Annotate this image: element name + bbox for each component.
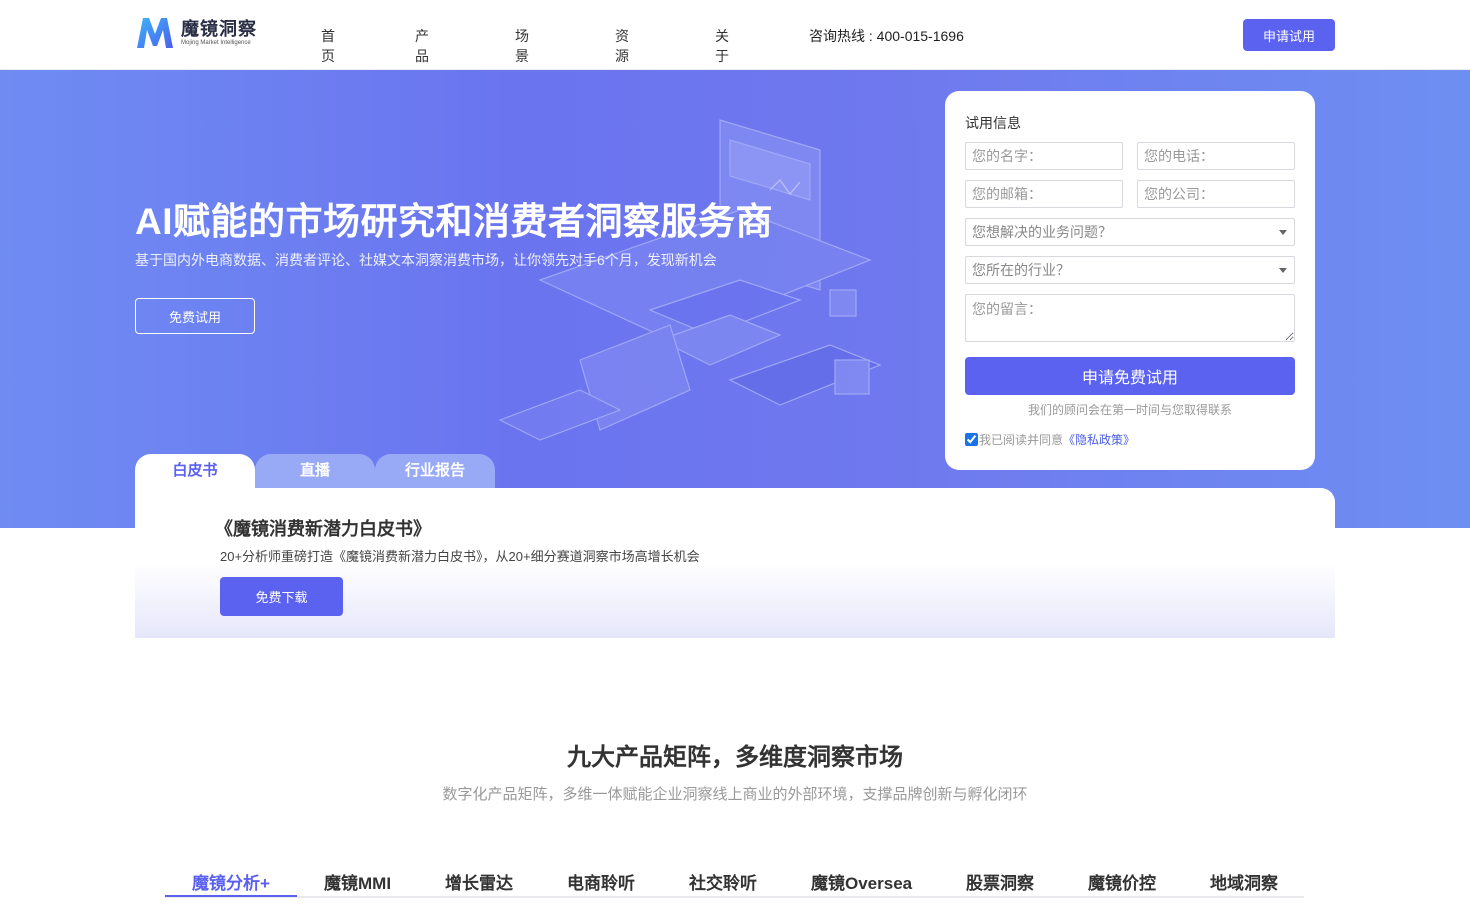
logo-title: 魔镜洞察 <box>181 19 257 39</box>
logo[interactable]: 魔镜洞察 Mojing Market Intelligence <box>135 16 257 50</box>
phone-input[interactable] <box>1137 142 1295 170</box>
hero-subtitle: 基于国内外电商数据、消费者评论、社媒文本洞察消费市场，让你领先对手6个月，发现新… <box>135 252 717 268</box>
chevron-down-icon <box>1279 230 1287 235</box>
industry-placeholder: 您所在的行业？ <box>972 262 1070 278</box>
whitepaper-panel: 《魔镜消费新潜力白皮书》 20+分析师重磅打造《魔镜消费新潜力白皮书》，从20+… <box>135 488 1335 638</box>
nav-products[interactable]: 产品 <box>415 26 429 66</box>
agree-text: 我已阅读并同意 <box>979 433 1064 447</box>
active-tab-underline <box>165 895 297 897</box>
apply-trial-button[interactable]: 申请试用 <box>1243 19 1335 51</box>
product-tab-price-control[interactable]: 魔镜价控 <box>1088 869 1156 894</box>
product-tabs: 魔镜分析+ 魔镜MMI 增长雷达 电商聆听 社交聆听 魔镜Oversea 股票洞… <box>165 860 1304 898</box>
tab-livestream[interactable]: 直播 <box>255 454 375 488</box>
site-header: 魔镜洞察 Mojing Market Intelligence 首页 产品 场景… <box>0 0 1470 70</box>
logo-m-icon <box>137 18 173 48</box>
product-tab-stock-insight[interactable]: 股票洞察 <box>966 869 1034 894</box>
submit-free-trial-button[interactable]: 申请免费试用 <box>965 357 1295 395</box>
industry-select[interactable]: 您所在的行业？ <box>965 256 1295 284</box>
privacy-checkbox[interactable] <box>965 433 978 446</box>
privacy-policy-link[interactable]: 《隐私政策》 <box>1063 431 1135 448</box>
nav-about[interactable]: 关于 <box>715 26 729 66</box>
nav-home[interactable]: 首页 <box>321 26 335 66</box>
product-tab-regional-insight[interactable]: 地域洞察 <box>1210 869 1278 894</box>
privacy-agree: 我已阅读并同意 《隐私政策》 <box>965 431 1135 448</box>
email-input[interactable] <box>965 180 1123 208</box>
chevron-down-icon <box>1279 268 1287 273</box>
product-tab-oversea[interactable]: 魔镜Oversea <box>811 869 912 894</box>
tab-whitepaper[interactable]: 白皮书 <box>135 454 255 488</box>
form-title: 试用信息 <box>965 115 1021 131</box>
logo-subtitle: Mojing Market Intelligence <box>181 40 251 46</box>
section-title: 九大产品矩阵，多维度洞察市场 <box>567 744 903 771</box>
whitepaper-desc: 20+分析师重磅打造《魔镜消费新潜力白皮书》，从20+细分赛道洞察市场高增长机会 <box>220 549 700 564</box>
free-download-button[interactable]: 免费下载 <box>220 577 343 616</box>
contact-note: 我们的顾问会在第一时间与您取得联系 <box>1027 403 1232 417</box>
whitepaper-title: 《魔镜消费新潜力白皮书》 <box>215 519 431 539</box>
hero-illustration <box>498 119 882 441</box>
product-tab-mojing-analysis[interactable]: 魔镜分析+ <box>192 869 270 894</box>
product-tab-ecommerce-listening[interactable]: 电商聆听 <box>567 869 635 894</box>
name-input[interactable] <box>965 142 1123 170</box>
nav-resources[interactable]: 资源 <box>615 26 629 66</box>
free-trial-button[interactable]: 免费试用 <box>135 298 255 334</box>
product-tab-social-listening[interactable]: 社交聆听 <box>689 869 757 894</box>
section-subtitle: 数字化产品矩阵，多维一体赋能企业洞察线上商业的外部环境，支撑品牌创新与孵化闭环 <box>442 786 1028 803</box>
hero-title: AI赋能的市场研究和消费者洞察服务商 <box>135 201 773 242</box>
business-problem-placeholder: 您想解决的业务问题？ <box>972 224 1112 240</box>
product-tab-growth-radar[interactable]: 增长雷达 <box>445 869 513 894</box>
product-tab-mmi[interactable]: 魔镜MMI <box>324 869 391 894</box>
nav-scenarios[interactable]: 场景 <box>515 26 529 66</box>
company-input[interactable] <box>1137 180 1295 208</box>
tab-industry-report[interactable]: 行业报告 <box>375 454 495 488</box>
hotline-text: 咨询热线 : 400-015-1696 <box>809 28 964 44</box>
trial-form: 试用信息 您想解决的业务问题？ 您所在的行业？ 申请免费试用 我们的顾问会在第一… <box>945 91 1315 470</box>
message-textarea[interactable] <box>965 294 1295 342</box>
business-problem-select[interactable]: 您想解决的业务问题？ <box>965 218 1295 246</box>
